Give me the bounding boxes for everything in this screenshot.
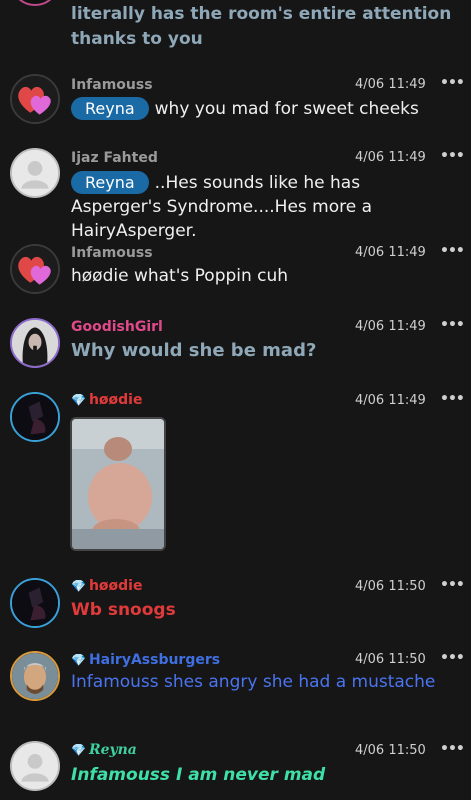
message-body: why you mad for sweet cheeks: [154, 99, 419, 119]
avatar[interactable]: [10, 148, 60, 198]
username[interactable]: 💎 Reyna: [71, 742, 137, 758]
username[interactable]: 💎 høødie: [71, 392, 142, 408]
photo-attachment[interactable]: [70, 417, 166, 551]
avatar[interactable]: [10, 578, 60, 628]
more-options-icon[interactable]: •••: [440, 650, 465, 666]
avatar[interactable]: [10, 74, 60, 124]
message-text: literally has the room's entire attentio…: [71, 4, 452, 49]
default-user-icon: [12, 743, 58, 789]
timestamp: 4/06 11:49: [355, 77, 426, 92]
username[interactable]: 💎 HairyAssburgers: [71, 652, 220, 668]
dark-portrait-icon: [12, 394, 58, 440]
more-options-icon[interactable]: •••: [440, 577, 465, 593]
mention-chip[interactable]: Reyna: [71, 171, 149, 194]
dark-portrait-icon: [12, 580, 58, 626]
username[interactable]: Ijaz Fahted: [71, 150, 158, 166]
more-options-icon[interactable]: •••: [440, 148, 465, 164]
avatar[interactable]: [10, 244, 60, 294]
heart-icon: [12, 76, 58, 122]
avatar[interactable]: [10, 651, 60, 701]
message-text: høødie what's Poppin cuh: [71, 266, 289, 286]
avatar[interactable]: [10, 741, 60, 791]
more-options-icon[interactable]: •••: [440, 391, 465, 407]
more-options-icon[interactable]: •••: [440, 75, 465, 91]
selfie-icon: [12, 653, 58, 699]
more-options-icon[interactable]: •••: [440, 317, 465, 333]
username[interactable]: Infamouss: [71, 245, 153, 261]
timestamp: 4/06 11:50: [355, 579, 426, 594]
timestamp: 4/06 11:50: [355, 652, 426, 667]
message-text: Infamouss I am never mad: [71, 765, 326, 785]
photo-image: [72, 419, 164, 549]
message-text: Infamouss shes angry she had a mustache: [71, 672, 436, 692]
portrait-icon: [12, 320, 58, 366]
diamond-icon: 💎: [71, 579, 86, 593]
timestamp: 4/06 11:49: [355, 245, 426, 260]
heart-icon: [12, 246, 58, 292]
default-user-icon: [12, 150, 58, 196]
username[interactable]: Infamouss: [71, 77, 153, 93]
diamond-icon: 💎: [71, 743, 86, 757]
more-options-icon[interactable]: •••: [440, 741, 465, 757]
username[interactable]: GoodishGirl: [71, 319, 163, 335]
diamond-icon: 💎: [71, 393, 86, 407]
timestamp: 4/06 11:49: [355, 150, 426, 165]
avatar[interactable]: [10, 318, 60, 368]
diamond-icon: 💎: [71, 653, 86, 667]
message-text: Why would she be mad?: [71, 340, 317, 361]
username[interactable]: 💎 høødie: [71, 578, 142, 594]
mention-chip[interactable]: Reyna: [71, 97, 149, 120]
avatar[interactable]: [10, 0, 60, 6]
avatar[interactable]: [10, 392, 60, 442]
timestamp: 4/06 11:49: [355, 319, 426, 334]
message-text: Reyna ..Hes sounds like he has Asperger's…: [71, 171, 455, 243]
timestamp: 4/06 11:50: [355, 743, 426, 758]
more-options-icon[interactable]: •••: [440, 243, 465, 259]
timestamp: 4/06 11:49: [355, 393, 426, 408]
message-text: Wb snoogs: [71, 600, 176, 620]
message-text: Reyna why you mad for sweet cheeks: [71, 97, 455, 121]
